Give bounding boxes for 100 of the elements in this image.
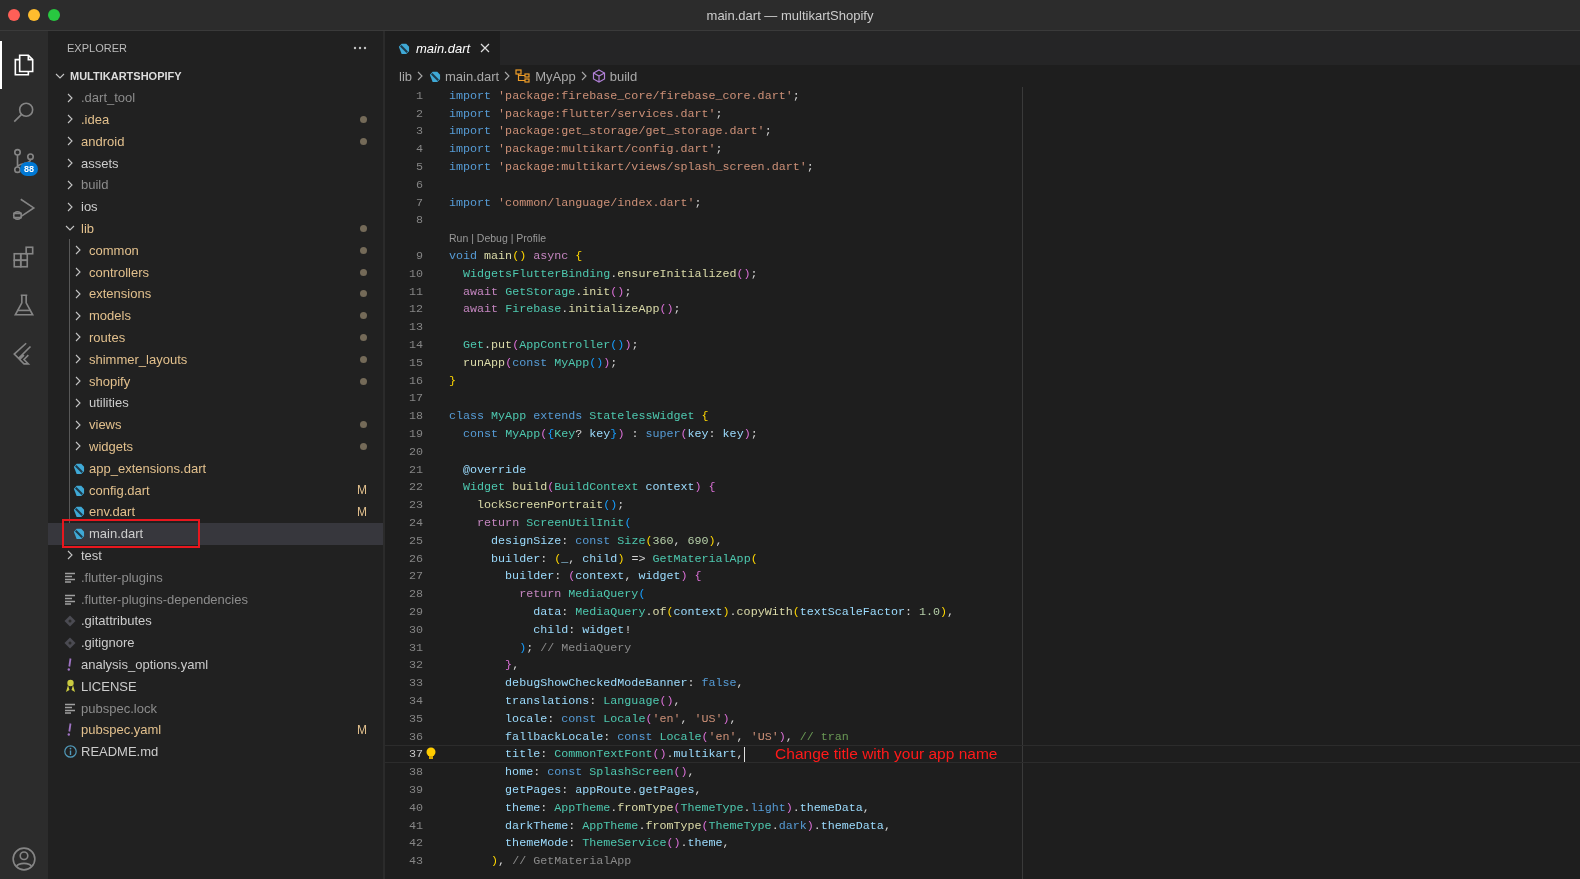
code-line: }	[449, 373, 456, 388]
line-number: 29	[407, 605, 423, 619]
tree-item[interactable]: analysis_options.yaml	[48, 653, 383, 676]
tree-item[interactable]: env.dart M	[48, 500, 383, 523]
tree-item[interactable]: main.dart	[48, 522, 383, 545]
line-number: 36	[407, 729, 423, 744]
tree-item[interactable]: pubspec.lock	[48, 697, 383, 719]
line-number: 12	[407, 302, 423, 317]
code-line: class MyApp extends StatelessWidget {	[449, 409, 709, 424]
code-line: import 'package:multikart/config.dart';	[449, 142, 723, 157]
tree-item[interactable]: config.dart M	[48, 479, 383, 501]
breadcrumb[interactable]: MyApp	[535, 68, 576, 84]
tree-item[interactable]: lib	[48, 217, 383, 240]
code-line: debugShowCheckedModeBanner: false,	[504, 676, 744, 691]
line-number: 32	[407, 658, 423, 673]
line-number: 28	[407, 587, 423, 602]
ribbon-icon	[64, 679, 76, 694]
tree-item[interactable]: controllers	[48, 261, 383, 283]
chevron-icon	[503, 71, 512, 81]
tree-item[interactable]: app_extensions.dart	[48, 457, 383, 480]
dart-icon	[71, 461, 85, 475]
zoom-window-button[interactable]	[48, 9, 60, 21]
tree-item[interactable]: routes	[48, 326, 383, 349]
tree-item[interactable]: assets	[48, 152, 383, 174]
line-number: 14	[407, 338, 423, 353]
line-number: 5	[415, 160, 423, 175]
tree-item[interactable]: .idea	[48, 108, 383, 131]
tree-item[interactable]: .dart_tool	[48, 86, 383, 109]
editor-tab[interactable]: main.dart	[385, 31, 501, 65]
search-icon	[13, 102, 34, 123]
code-line: const MyApp({Key? key}) : super(key: key);	[462, 427, 758, 442]
code-line: runApp(const MyApp());	[462, 355, 618, 370]
tree-item[interactable]: .flutter-plugins	[48, 566, 383, 589]
tree-item[interactable]: .gitignore	[48, 631, 383, 654]
tree-item[interactable]: views	[48, 413, 383, 436]
git-status-letter: M	[357, 483, 367, 498]
line-number: 8	[415, 213, 423, 228]
code-line: @override	[462, 462, 527, 477]
line-number: 38	[407, 765, 423, 780]
tree-item[interactable]: LICENSE	[48, 675, 383, 698]
tree-item[interactable]: common	[48, 239, 383, 262]
code-line: import 'package:firebase_core/firebase_core.dart';	[449, 88, 800, 103]
tree-item[interactable]: ios	[48, 195, 383, 218]
breadcrumb[interactable]: build	[609, 68, 638, 84]
tree-item[interactable]: pubspec.yaml M	[48, 718, 383, 741]
diamond-icon	[64, 636, 76, 649]
more-icon[interactable]	[353, 46, 367, 50]
tree-item[interactable]: build	[48, 174, 383, 196]
line-number: 27	[407, 569, 423, 584]
code-line: designSize: const Size(360, 690),	[490, 533, 723, 548]
line-number: 9	[415, 249, 423, 264]
account-icon	[12, 847, 36, 871]
code-line: darkTheme: AppTheme.fromType(ThemeType.dark).themeData,	[504, 818, 891, 833]
tree-item[interactable]: models	[48, 304, 383, 327]
tree-item[interactable]: .flutter-plugins-dependencies	[48, 588, 383, 610]
line-number: 16	[407, 373, 423, 388]
tree-item[interactable]: shopify	[48, 370, 383, 392]
minimize-window-button[interactable]	[28, 9, 40, 21]
tree-item[interactable]: test	[48, 544, 383, 567]
tree-item[interactable]: shimmer_layouts	[48, 348, 383, 371]
code-line: title: CommonTextFont().multikart,	[504, 747, 744, 762]
lines-icon	[64, 571, 76, 583]
close-icon[interactable]	[480, 43, 491, 53]
code-line: lockScreenPortrait();	[476, 498, 625, 513]
tree-item[interactable]: widgets	[48, 435, 383, 458]
project-header[interactable]: MULTIKARTSHOPIFY	[48, 65, 383, 87]
code-line: import 'package:flutter/services.dart';	[449, 106, 723, 121]
breadcrumb[interactable]: main.dart	[445, 68, 500, 84]
code-line: await Firebase.initializeApp();	[462, 302, 681, 317]
code-line: ), // GetMaterialApp	[490, 854, 632, 869]
code-line: themeMode: ThemeService().theme,	[504, 836, 730, 851]
line-number: 26	[407, 551, 423, 566]
tree-item[interactable]: README.md	[48, 740, 383, 763]
line-number: 18	[407, 409, 423, 424]
extensions-icon	[13, 246, 34, 268]
breadcrumb[interactable]: lib	[399, 68, 412, 84]
line-number: 7	[415, 195, 423, 210]
activity-bar-item[interactable]: 88	[0, 137, 48, 185]
tree-item[interactable]: utilities	[48, 391, 383, 414]
tree-item[interactable]: extensions	[48, 282, 383, 305]
line-number: 19	[407, 427, 423, 442]
chevron-icon	[579, 71, 588, 81]
code-line: home: const SplashScreen(),	[504, 765, 695, 780]
line-number: 10	[407, 266, 423, 281]
tree-item[interactable]: android	[48, 130, 383, 153]
line-number: 6	[415, 177, 423, 192]
lightbulb-icon[interactable]	[426, 747, 436, 761]
line-number: 22	[407, 480, 423, 495]
dart-icon	[71, 527, 85, 541]
line-number: 30	[407, 622, 423, 637]
tree-item[interactable]: .gitattributes	[48, 609, 383, 632]
line-number: 15	[407, 355, 423, 370]
line-number: 1	[415, 88, 423, 103]
annotation-text: Change title with your app name	[775, 745, 998, 764]
line-number: 3	[415, 124, 423, 139]
line-number: 13	[407, 320, 423, 335]
code-lens[interactable]: Run | Debug | Profile	[449, 232, 547, 245]
line-number: 31	[407, 640, 423, 655]
close-window-button[interactable]	[8, 9, 20, 21]
dart-icon	[71, 505, 85, 519]
